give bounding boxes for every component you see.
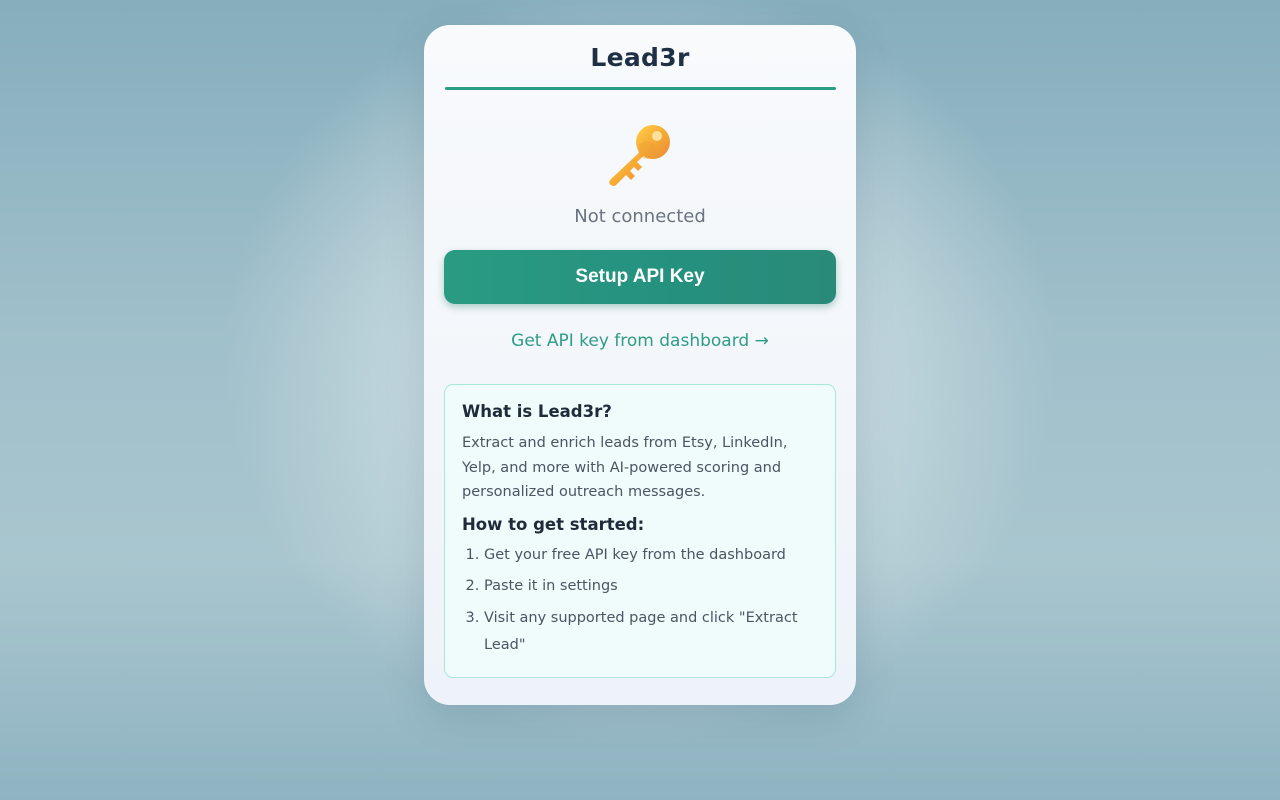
info-description: Extract and enrich leads from Etsy, Link…	[462, 435, 788, 500]
list-item: Get your free API key from the dashboard	[484, 542, 818, 569]
connection-status: Not connected	[574, 206, 706, 227]
dashboard-link[interactable]: Get API key from dashboard →	[444, 331, 836, 353]
info-box: What is Lead3r? Extract and enrich leads…	[444, 384, 836, 678]
app-title: Lead3r	[590, 43, 690, 72]
setup-api-key-button[interactable]: Setup API Key	[444, 250, 836, 304]
list-item: Visit any supported page and click "Extr…	[484, 605, 818, 659]
list-item: Paste it in settings	[484, 573, 818, 600]
steps-heading: How to get started:	[462, 514, 645, 534]
steps-list: Get your free API key from the dashboard…	[462, 542, 818, 659]
popup-card: Lead3r Not connected Setup API Key Get A…	[424, 25, 856, 705]
key-icon	[444, 120, 836, 190]
info-heading: What is Lead3r?	[462, 402, 612, 421]
title-divider	[445, 87, 836, 90]
